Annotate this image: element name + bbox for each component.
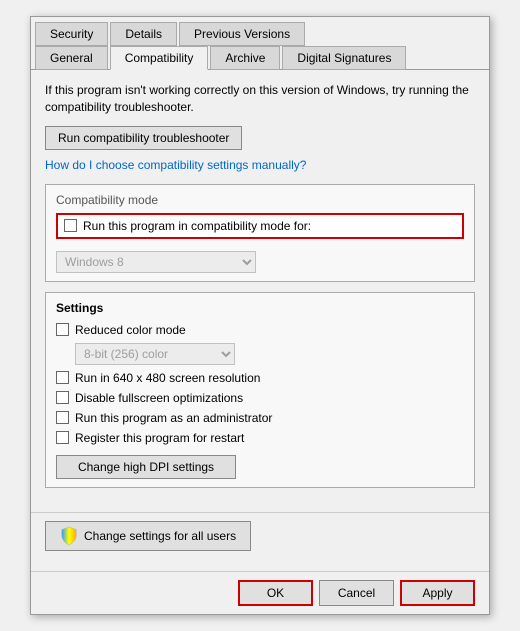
tab-digital-signatures[interactable]: Digital Signatures <box>282 46 406 70</box>
settings-row-disable-fullscreen: Disable fullscreen optimizations <box>56 391 464 405</box>
change-dpi-button[interactable]: Change high DPI settings <box>56 455 236 479</box>
reduced-color-label: Reduced color mode <box>75 323 186 337</box>
change-settings-all-users-label: Change settings for all users <box>84 529 236 543</box>
footer-section: Change settings for all users <box>31 512 489 571</box>
cancel-button[interactable]: Cancel <box>319 580 394 606</box>
settings-row-run-640: Run in 640 x 480 screen resolution <box>56 371 464 385</box>
settings-row-run-admin: Run this program as an administrator <box>56 411 464 425</box>
main-content: If this program isn't working correctly … <box>31 70 489 512</box>
run-admin-label: Run this program as an administrator <box>75 411 272 425</box>
tab-archive[interactable]: Archive <box>210 46 280 70</box>
apply-button[interactable]: Apply <box>400 580 475 606</box>
color-depth-dropdown[interactable]: 8-bit (256) color <box>75 343 235 365</box>
run-admin-checkbox[interactable] <box>56 411 69 424</box>
compat-mode-checkbox-label: Run this program in compatibility mode f… <box>83 219 311 233</box>
intro-text: If this program isn't working correctly … <box>45 82 475 116</box>
settings-row-register-restart: Register this program for restart <box>56 431 464 445</box>
reduced-color-checkbox[interactable] <box>56 323 69 336</box>
compat-mode-checkbox[interactable] <box>64 219 77 232</box>
tab-details[interactable]: Details <box>110 22 177 46</box>
tab-general[interactable]: General <box>35 46 108 70</box>
shield-icon <box>60 526 78 546</box>
tabs-row-2: General Compatibility Archive Digital Si… <box>31 45 489 70</box>
settings-label: Settings <box>56 301 464 315</box>
settings-row-reduced-color: Reduced color mode <box>56 323 464 337</box>
disable-fullscreen-label: Disable fullscreen optimizations <box>75 391 243 405</box>
tab-compatibility[interactable]: Compatibility <box>110 46 209 70</box>
compat-mode-label: Compatibility mode <box>56 193 464 207</box>
compat-mode-section: Compatibility mode Run this program in c… <box>45 184 475 282</box>
register-restart-label: Register this program for restart <box>75 431 244 445</box>
compat-mode-row: Run this program in compatibility mode f… <box>56 213 464 239</box>
ok-button[interactable]: OK <box>238 580 313 606</box>
bottom-buttons: OK Cancel Apply <box>31 571 489 614</box>
run-troubleshooter-button[interactable]: Run compatibility troubleshooter <box>45 126 242 150</box>
tab-security[interactable]: Security <box>35 22 108 46</box>
tab-previous-versions[interactable]: Previous Versions <box>179 22 305 46</box>
help-link[interactable]: How do I choose compatibility settings m… <box>45 158 475 172</box>
disable-fullscreen-checkbox[interactable] <box>56 391 69 404</box>
tabs-row-1: Security Details Previous Versions <box>31 17 489 45</box>
run-640-checkbox[interactable] <box>56 371 69 384</box>
register-restart-checkbox[interactable] <box>56 431 69 444</box>
properties-dialog: Security Details Previous Versions Gener… <box>30 16 490 615</box>
change-settings-all-users-button[interactable]: Change settings for all users <box>45 521 251 551</box>
settings-section: Settings Reduced color mode 8-bit (256) … <box>45 292 475 488</box>
run-640-label: Run in 640 x 480 screen resolution <box>75 371 260 385</box>
compat-mode-dropdown[interactable]: Windows 8 <box>56 251 256 273</box>
